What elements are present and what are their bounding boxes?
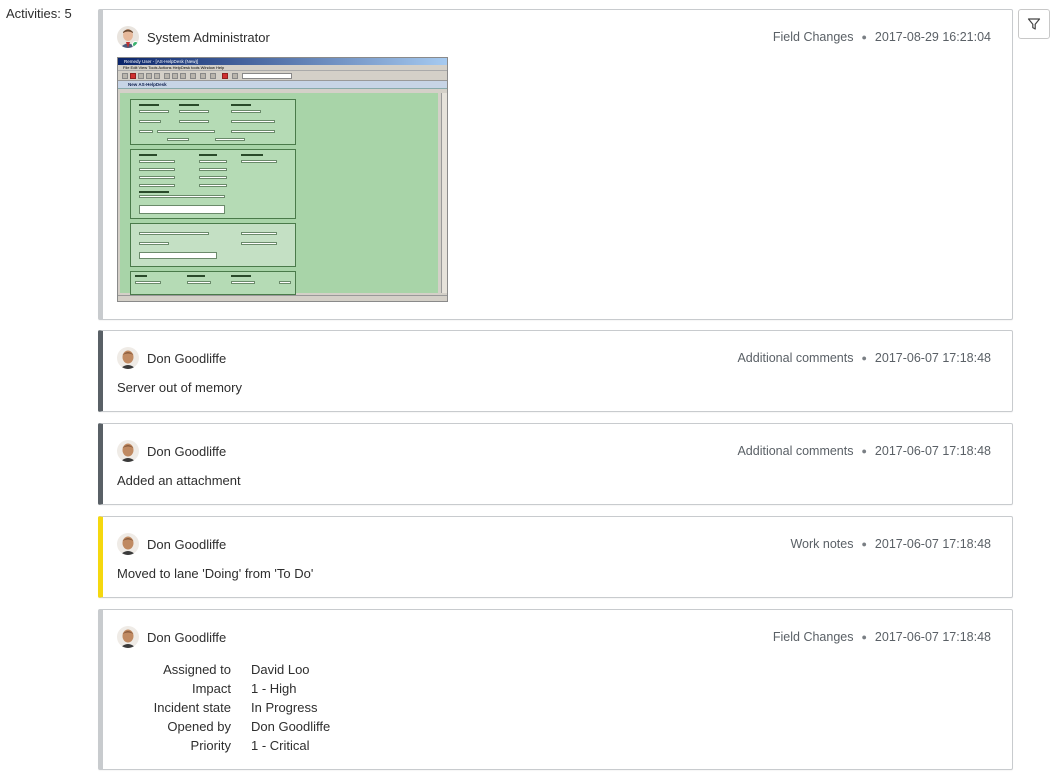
field-label: Impact [191,681,231,696]
preview-form-area [120,93,438,295]
avatar[interactable] [117,26,139,48]
filter-button[interactable] [1018,9,1050,39]
preview-toolbar [118,71,447,81]
activity-text: Added an attachment [117,473,241,488]
preview-window-title: Remedy User - [AS-HelpDesk (New)] [118,58,447,65]
activity-timestamp: 2017-08-29 16:21:04 [874,30,991,44]
separator-dot: ● [861,353,867,363]
activity-card: Don Goodliffe Additional comments ● 2017… [98,330,1013,412]
field-label: Incident state [153,700,231,715]
presence-indicator [132,41,139,48]
activity-header: System Administrator Field Changes ● 201… [117,24,991,50]
activity-meta: Additional comments ● 2017-06-07 17:18:4… [737,351,991,365]
activity-timestamp: 2017-06-07 17:18:48 [874,537,991,551]
avatar[interactable] [117,347,139,369]
activity-text: Server out of memory [117,380,242,395]
activity-type: Additional comments [737,351,854,365]
activity-type: Additional comments [737,444,854,458]
activity-card: Don Goodliffe Work notes ● 2017-06-07 17… [98,516,1013,598]
field-change-row: Assigned to David Loo [117,660,330,679]
activity-card: Don Goodliffe Field Changes ● 2017-06-07… [98,609,1013,770]
activity-meta: Field Changes ● 2017-08-29 16:21:04 [773,30,991,44]
separator-dot: ● [861,32,867,42]
separator-dot: ● [861,632,867,642]
separator-dot: ● [861,539,867,549]
preview-scrollbar [441,93,447,293]
field-change-row: Priority 1 - Critical [117,736,330,755]
activity-timestamp: 2017-06-07 17:18:48 [874,630,991,644]
activity-card: Don Goodliffe Additional comments ● 2017… [98,423,1013,505]
field-change-row: Incident state In Progress [117,698,330,717]
preview-status-bar [118,295,447,301]
activity-author: Don Goodliffe [147,629,227,645]
field-label: Assigned to [163,662,231,677]
activity-meta: Field Changes ● 2017-06-07 17:18:48 [773,630,991,644]
preview-form-title: New AS-HelpDesk [118,81,447,89]
activity-header: Don Goodliffe Work notes ● 2017-06-07 17… [117,531,991,557]
field-value: In Progress [251,700,318,715]
field-value: 1 - High [251,681,297,696]
attachment-preview[interactable]: Remedy User - [AS-HelpDesk (New)] File E… [117,57,448,302]
activity-author: System Administrator [147,29,270,45]
separator-dot: ● [861,446,867,456]
activity-header: Don Goodliffe Field Changes ● 2017-06-07… [117,624,991,650]
activity-type: Field Changes [772,30,854,44]
field-value: David Loo [251,662,310,677]
activity-meta: Additional comments ● 2017-06-07 17:18:4… [737,444,991,458]
activity-header: Don Goodliffe Additional comments ● 2017… [117,345,991,371]
activities-count: Activities: 5 [6,6,72,21]
activity-timestamp: 2017-06-07 17:18:48 [874,444,991,458]
field-label: Opened by [167,719,231,734]
activity-text: Moved to lane 'Doing' from 'To Do' [117,566,314,581]
avatar[interactable] [117,626,139,648]
activity-timestamp: 2017-06-07 17:18:48 [874,351,991,365]
activity-card: System Administrator Field Changes ● 201… [98,9,1013,320]
field-label: Priority [190,738,231,753]
avatar[interactable] [117,440,139,462]
field-changes: Assigned to David Loo Impact 1 - High In… [117,660,331,755]
filter-icon [1027,18,1041,30]
activity-meta: Work notes ● 2017-06-07 17:18:48 [790,537,991,551]
avatar[interactable] [117,533,139,555]
field-change-row: Impact 1 - High [117,679,330,698]
field-value: Don Goodliffe [251,719,331,734]
activity-author: Don Goodliffe [147,443,227,459]
field-value: 1 - Critical [251,738,310,753]
activity-author: Don Goodliffe [147,536,227,552]
activity-author: Don Goodliffe [147,350,227,366]
field-change-row: Opened by Don Goodliffe [117,717,330,736]
activity-type: Work notes [790,537,854,551]
activity-type: Field Changes [772,630,854,644]
activity-header: Don Goodliffe Additional comments ● 2017… [117,438,991,464]
